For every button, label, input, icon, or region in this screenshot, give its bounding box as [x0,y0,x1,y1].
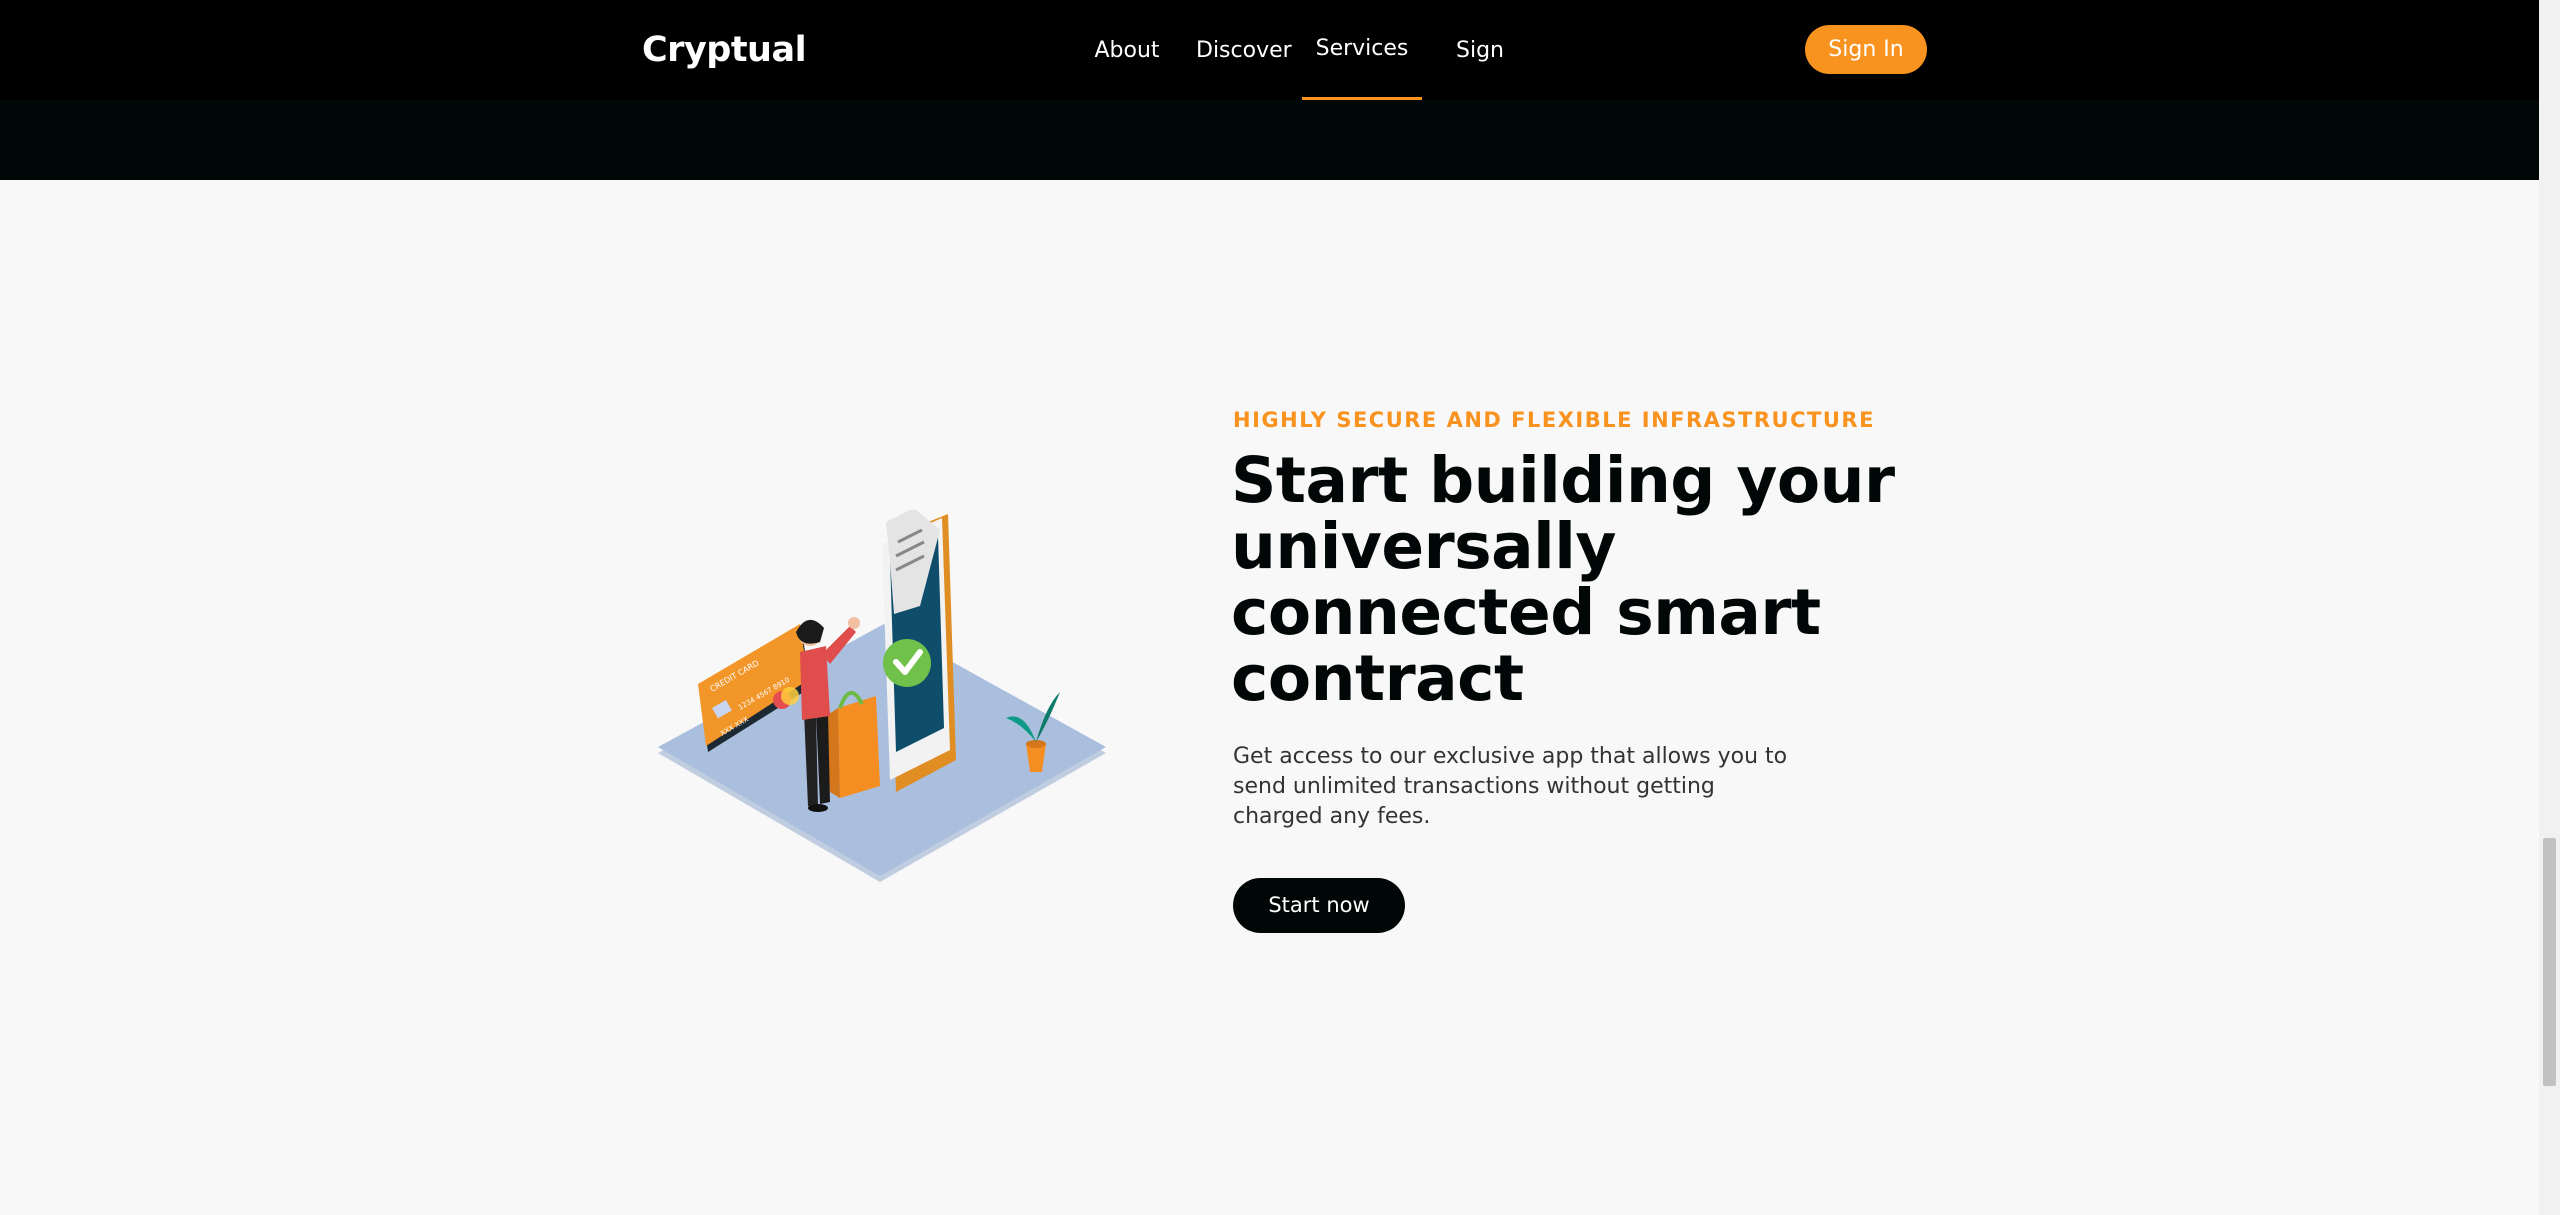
hero-heading: Start building your universally connecte… [1231,448,1911,712]
hero-eyebrow: HIGHLY SECURE AND FLEXIBLE INFRASTRUCTUR… [1233,408,1875,432]
hero-heading-line: universally [1231,510,1616,583]
hero-description-line: Get access to our exclusive app that all… [1233,744,1788,769]
payment-illustration: CREDIT CARD 1234 4567 8910 XXX XXX [650,508,1120,890]
brand-logo[interactable]: Cryptual [642,28,807,72]
hero-description-line: charged any fees. [1233,804,1431,829]
sign-in-button[interactable]: Sign In [1805,25,1927,74]
hero-heading-line: connected smart [1231,576,1821,649]
nav-link-about[interactable]: About [1094,0,1160,100]
hero-heading-line: Start building your [1231,444,1895,517]
nav-link-sign-up[interactable]: Sign Up [1438,0,1522,165]
start-now-button[interactable]: Start now [1233,878,1405,933]
hero-description-line: send unlimited transactions without gett… [1233,774,1715,799]
hero-heading-line: contract [1231,642,1524,715]
scrollbar-thumb[interactable] [2543,838,2556,1086]
header-band [0,100,2539,180]
nav-link-discover[interactable]: Discover [1196,0,1292,100]
nav-link-services[interactable]: Services [1302,0,1422,100]
navbar: Cryptual About Discover Services Sign Up… [0,0,2539,165]
payment-illustration-graphic: CREDIT CARD 1234 4567 8910 XXX XXX [658,508,1106,882]
hero-description: Get access to our exclusive app that all… [1233,742,1813,832]
